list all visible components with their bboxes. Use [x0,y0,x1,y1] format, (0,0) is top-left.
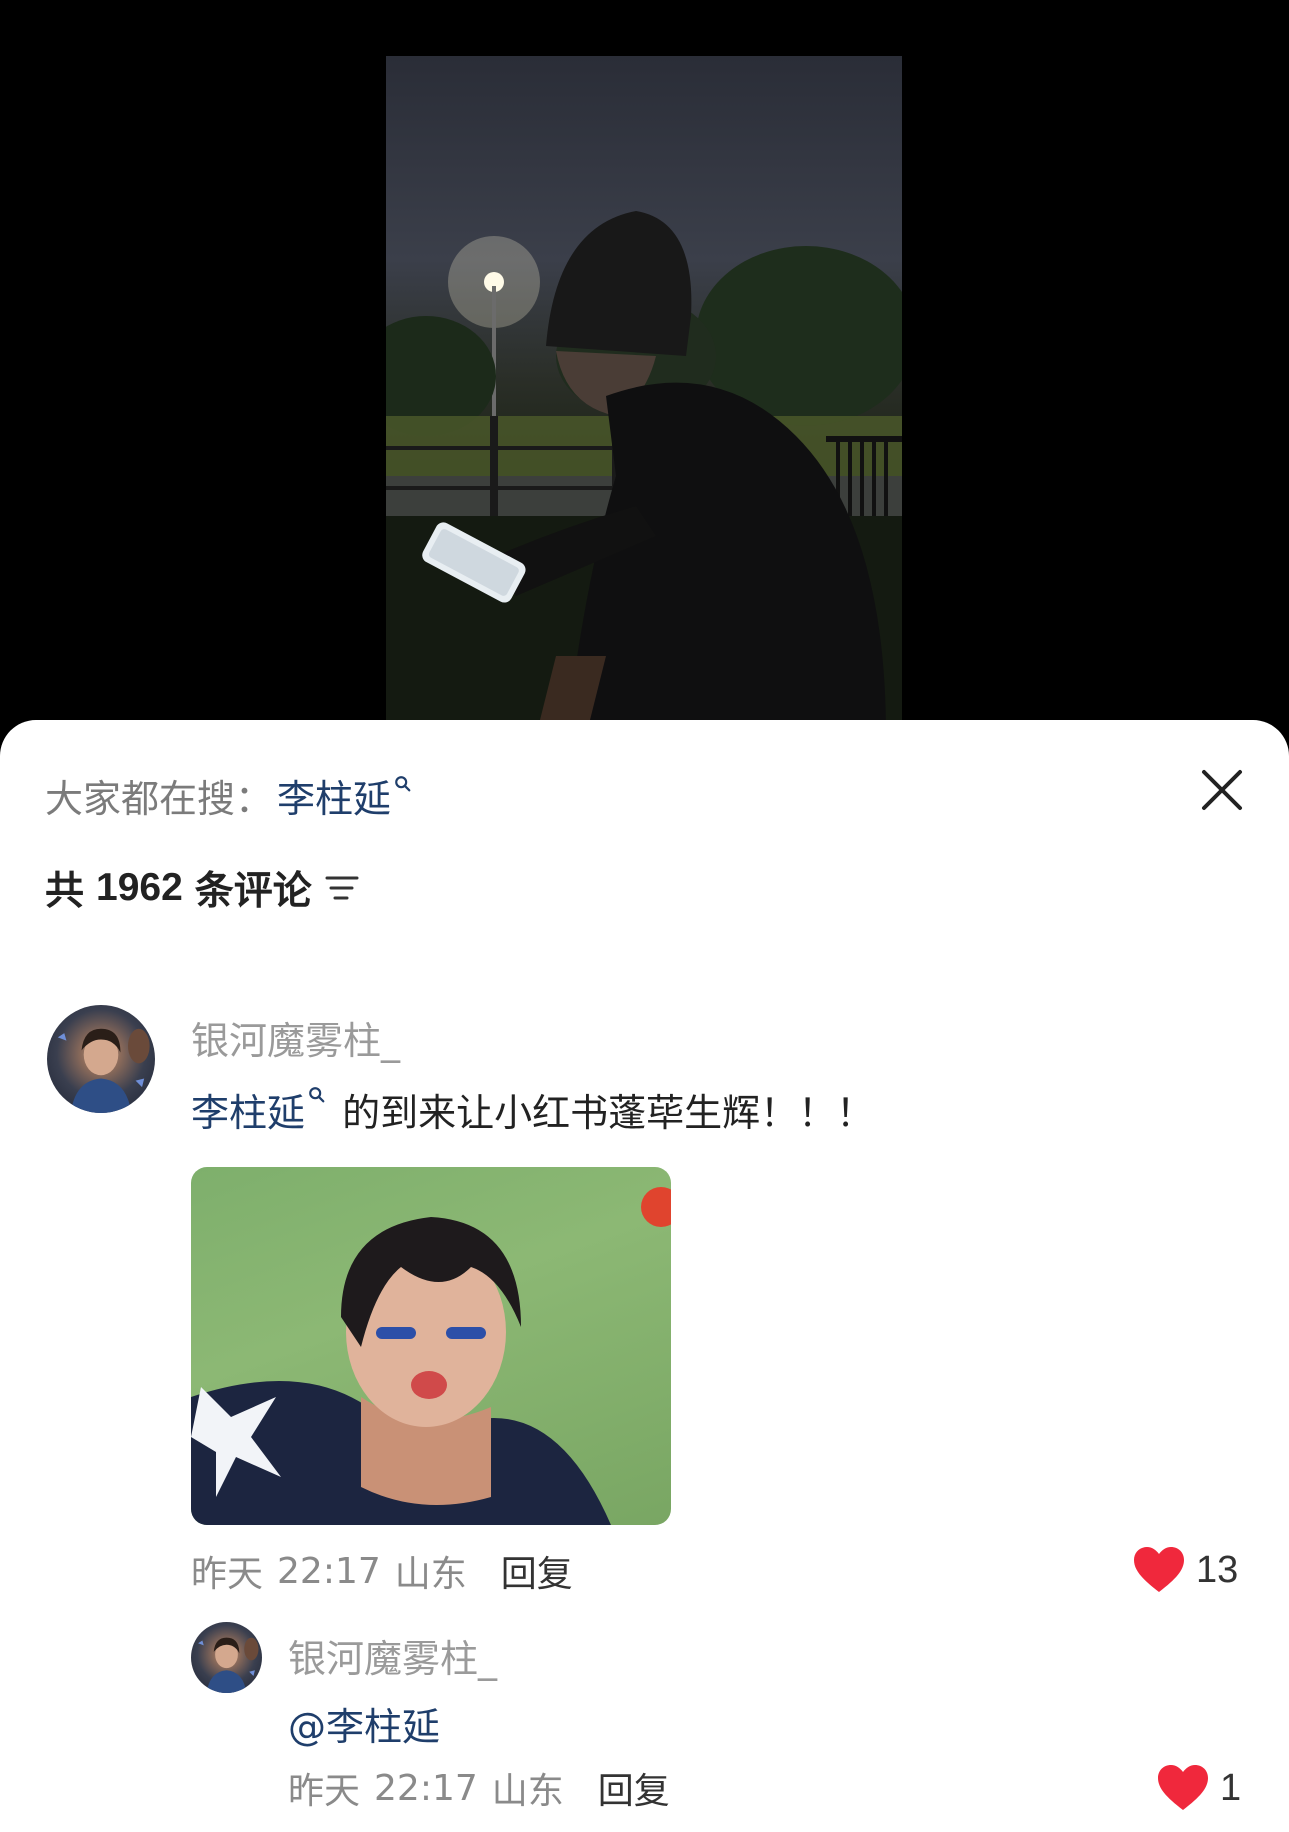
comment-count: 共 1962 条评论 [45,860,360,916]
video-frame[interactable] [386,56,902,736]
reply-mention[interactable]: @李柱延 [288,1696,440,1751]
comment-mention[interactable]: 李柱延 [191,1091,305,1135]
comment-author[interactable]: 银河魔雾柱_ [191,1010,400,1065]
trending-search-keyword[interactable]: 李柱延 [277,768,391,823]
comment-text: 的到来让小红书蓬荜生辉！！！ [330,1091,875,1135]
comment-date: 昨天 [191,1554,264,1595]
comment-count-suffix: 条评论 [194,869,312,914]
comment-content: 李柱延 的到来让小红书蓬荜生辉！！！ [191,1082,874,1137]
comment-location: 山东 [394,1554,467,1595]
close-icon[interactable] [1196,764,1248,816]
video-player[interactable] [0,0,1289,760]
comment-count-prefix: 共 [45,869,85,914]
search-hint-icon [395,776,411,792]
avatar[interactable] [47,1005,155,1113]
comment-count-number: 1962 [96,866,183,909]
like-button[interactable]: 13 [1132,1546,1238,1594]
heart-icon [1134,1547,1184,1592]
comment-meta: 昨天 22:17 山东 回复 [191,1545,573,1597]
trending-search-prefix: 大家都在搜： [45,776,274,821]
video-scene-illustration [386,211,902,736]
avatar-image [198,1637,259,1693]
like-button[interactable]: 1 [1156,1764,1241,1812]
comment-image[interactable] [191,1167,671,1525]
sort-icon[interactable] [324,873,360,903]
avatar[interactable] [191,1622,262,1693]
comment-photo-illustration [191,1187,671,1525]
avatar-image [57,1028,150,1113]
reply-meta: 昨天 22:17 山东 回复 [288,1762,670,1814]
reply-button[interactable]: 回复 [501,1545,573,1597]
reply-location: 山东 [491,1771,564,1812]
like-count: 13 [1196,1548,1239,1591]
reply-author[interactable]: 银河魔雾柱_ [288,1628,497,1683]
reply-button[interactable]: 回复 [598,1762,670,1814]
like-count: 1 [1220,1766,1242,1809]
reply-time: 22:17 [374,1767,478,1809]
comment-time: 22:17 [277,1550,381,1592]
reply-date: 昨天 [288,1771,361,1812]
search-hint-icon [309,1087,325,1103]
heart-icon [1158,1765,1208,1810]
trending-search[interactable]: 大家都在搜： 李柱延 [45,768,412,823]
comment-sheet: 大家都在搜： 李柱延 共 1962 条评论 银河魔雾柱_ 李柱延 的到来让小红书… [0,720,1289,1832]
